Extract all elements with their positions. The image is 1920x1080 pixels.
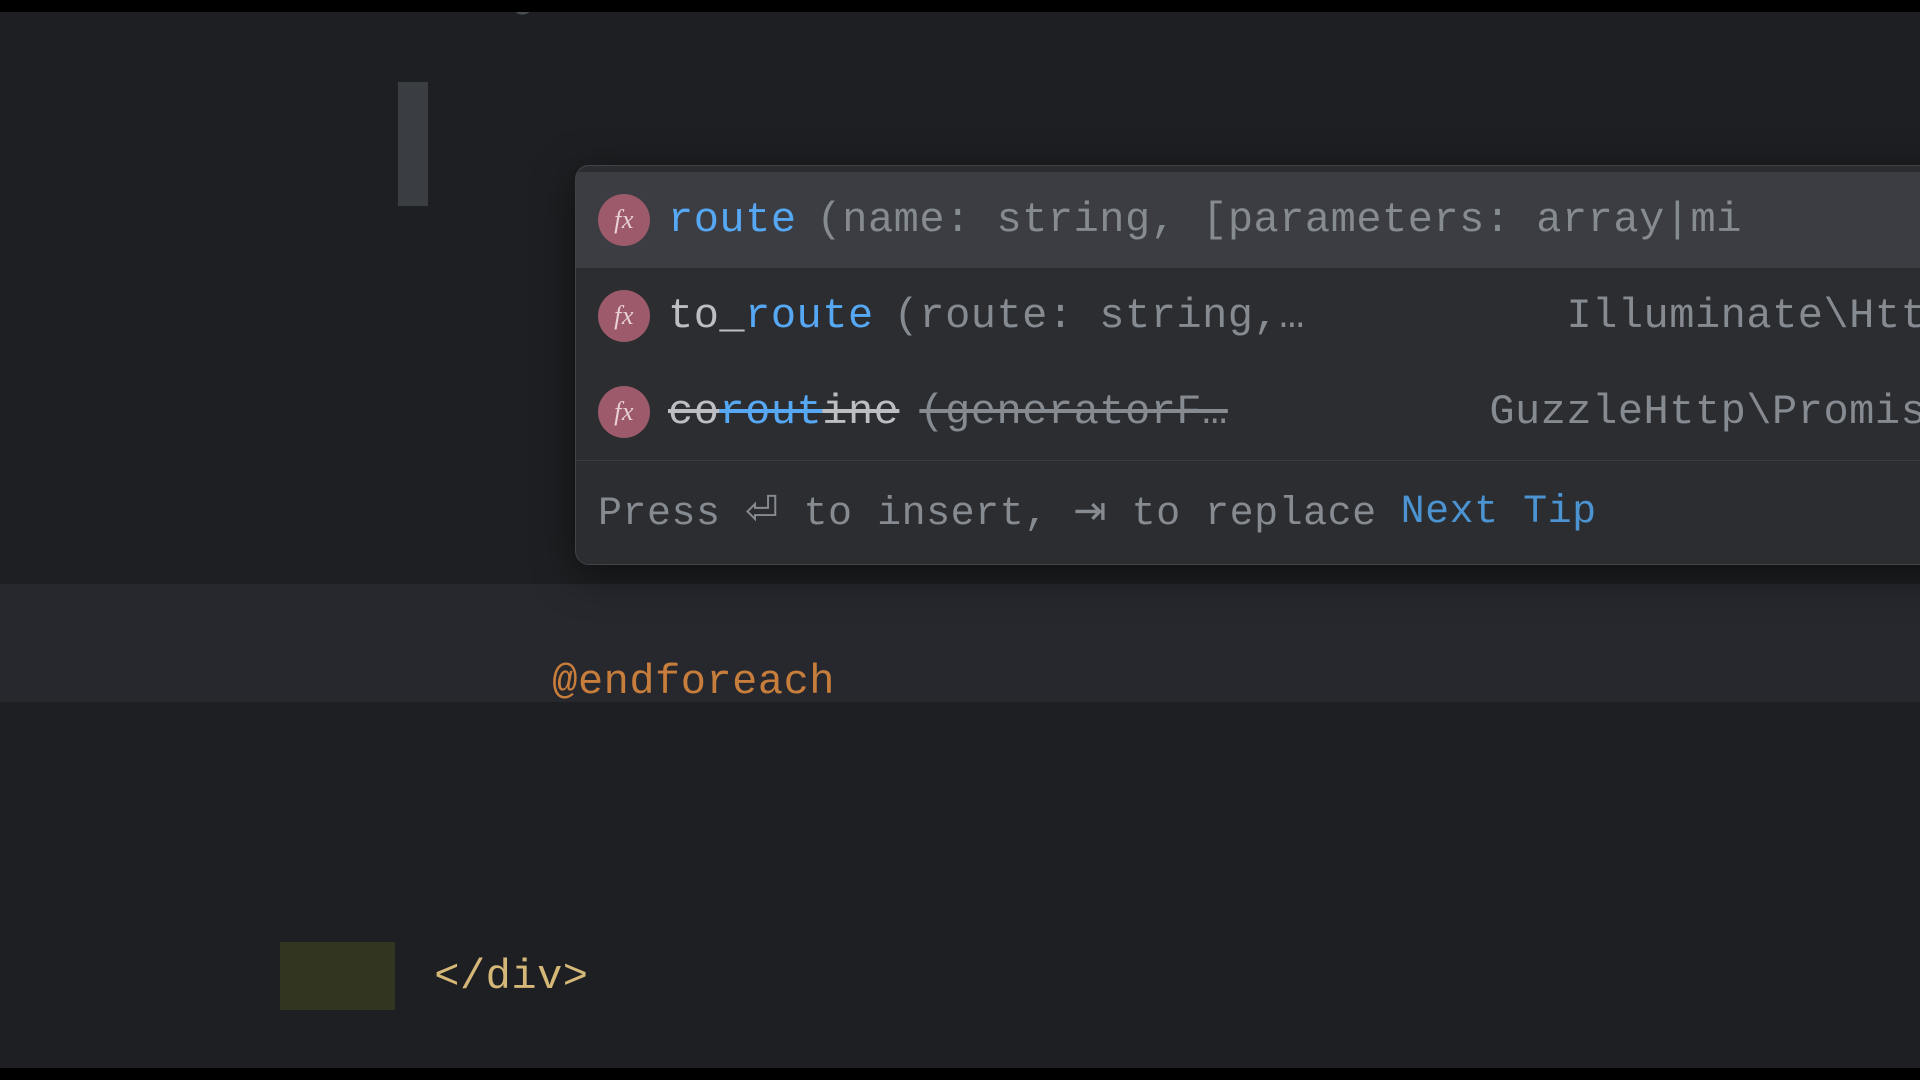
tag-close: </ [434,953,485,1001]
signature: (route: string,… [894,292,1305,340]
cutoff-line: @endforeach [510,0,793,22]
tag-name: div [486,953,563,1001]
autocomplete-item-deprecated[interactable]: fx coroutine(generatorF… GuzzleHttp\Prom… [576,364,1920,460]
function-icon: fx [598,290,650,342]
tab-key-icon: ⇥ [1073,489,1107,533]
hint-text: Press ⏎ to insert, ⇥ to replace [598,488,1377,537]
autocomplete-footer: Press ⏎ to insert, ⇥ to replace Next Tip [576,460,1920,564]
blade-directive: @endforeach [552,658,835,706]
indent-guide [398,82,428,206]
function-icon: fx [598,386,650,438]
item-namespace: GuzzleHttp\Promise [1489,388,1920,436]
autocomplete-item[interactable]: fx to_route(route: string,… Illuminate\H… [576,268,1920,364]
autocomplete-item[interactable]: fx route(name: string, [parameters: arra… [576,172,1920,268]
next-tip-link[interactable]: Next Tip [1401,490,1597,535]
signature: (name: string, [parameters: array|mi [817,196,1742,244]
item-namespace: Illuminate\Http [1566,292,1920,340]
autocomplete-popup[interactable]: fx route(name: string, [parameters: arra… [575,165,1920,565]
function-icon: fx [598,194,650,246]
enter-key-icon: ⏎ [745,489,779,533]
signature: (generatorF… [919,388,1227,436]
